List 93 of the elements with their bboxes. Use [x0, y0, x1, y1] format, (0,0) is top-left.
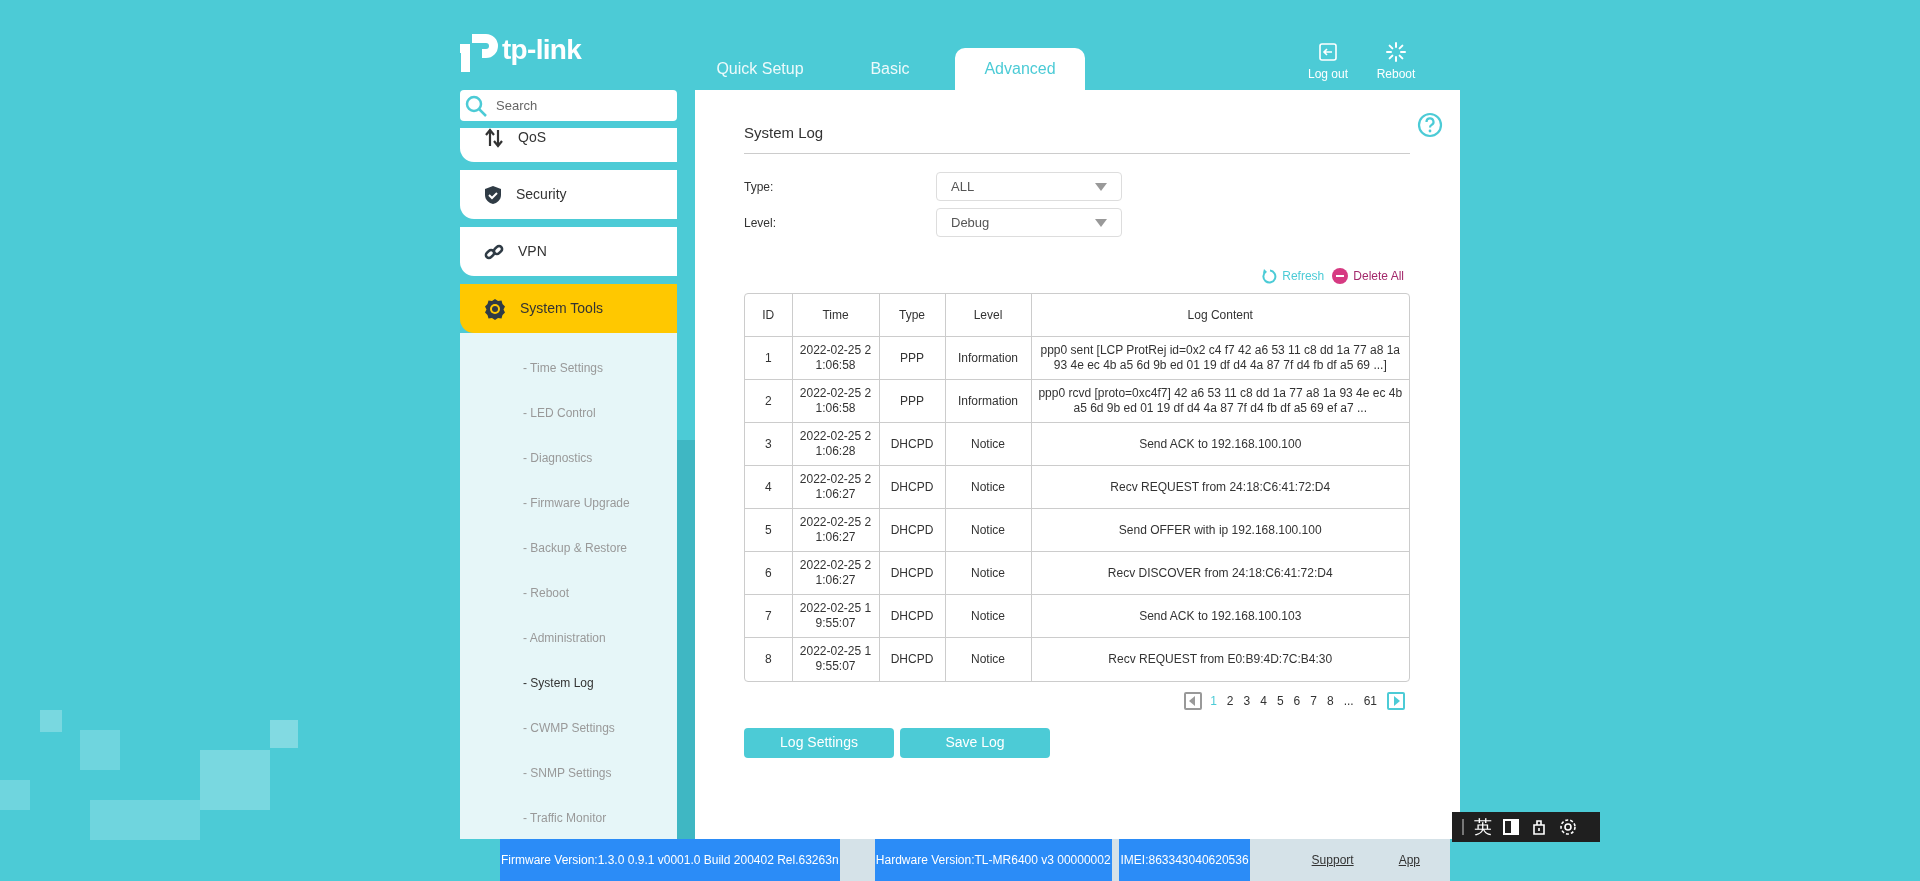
caret-icon — [1095, 218, 1107, 227]
table-cell: ppp0 sent [LCP ProtRej id=0x2 c4 f7 42 a6 53 11 c8 dd 1a 77 a8 1a 93 4e ec 4b a5 6d 9b ed 01 19 df d4 4a 87 7f d4 fb df a5 69 ...] — [1031, 336, 1409, 380]
table-cell: Information — [945, 379, 1031, 423]
field-label: Level: — [744, 214, 778, 232]
spinner-icon — [1386, 42, 1406, 62]
table-cell: DHCPD — [879, 465, 945, 509]
table-cell: Send ACK to 192.168.100.100 — [1031, 422, 1409, 466]
table-cell: PPP — [879, 379, 945, 423]
table-cell: 2022-02-25 21:06:27 — [792, 465, 879, 509]
shield-check-icon — [484, 184, 502, 205]
refresh-icon — [1261, 267, 1278, 284]
table-cell: Notice — [945, 637, 1031, 681]
footer-link[interactable]: App — [1398, 851, 1420, 869]
table-cell: 2022-02-25 21:06:58 — [792, 336, 879, 380]
page-link[interactable]: 5 — [1274, 691, 1286, 710]
delete-all-button[interactable]: Delete All — [1332, 266, 1404, 285]
table-cell: DHCPD — [879, 551, 945, 595]
section-title: System Log — [744, 122, 1410, 154]
divider-grip — [1462, 819, 1464, 835]
sidebar-item[interactable]: Security — [460, 170, 677, 219]
logout-icon — [1318, 42, 1338, 62]
help-icon[interactable] — [1417, 112, 1443, 138]
field-label: Type: — [744, 178, 775, 196]
table-cell: Notice — [945, 508, 1031, 552]
left-triangle-icon — [1189, 695, 1198, 706]
table-cell: Send ACK to 192.168.100.103 — [1031, 594, 1409, 638]
table-cell: Notice — [945, 551, 1031, 595]
table-cell: Notice — [945, 422, 1031, 466]
search-icon — [464, 93, 488, 118]
page-link[interactable]: 3 — [1241, 691, 1253, 710]
table-cell: 5 — [745, 508, 792, 552]
column-header: Time — [792, 293, 879, 337]
table-cell: 1 — [745, 336, 792, 380]
footer-link[interactable]: Support — [1311, 851, 1354, 869]
up-down-arrows-icon — [484, 128, 504, 148]
table-cell: DHCPD — [879, 508, 945, 552]
table-cell: ppp0 rcvd [proto=0xc4f7] 42 a6 53 11 c8 dd 1a 77 a8 1a 93 4e ec 4b a5 6d 9b ed 01 19 df d4 4a 87 7f d4 fb df a5 69 ef a7 ... — [1031, 379, 1409, 423]
footer-info: Firmware Version:1.3.0 0.9.1 v0001.0 Build 200402 Rel.63263n — [500, 839, 840, 881]
table-cell: Notice — [945, 465, 1031, 509]
page-link[interactable]: 4 — [1258, 691, 1269, 710]
half-square-icon[interactable] — [1502, 818, 1520, 836]
minus-circle-icon — [1332, 267, 1349, 284]
page-link[interactable]: 8 — [1324, 691, 1336, 710]
sidebar-item[interactable]: QoS — [460, 128, 677, 162]
search-input[interactable]: Search — [496, 95, 673, 116]
table-cell: 2022-02-25 21:06:28 — [792, 422, 879, 466]
table-cell: 2022-02-25 21:06:58 — [792, 379, 879, 423]
gear-icon — [484, 297, 506, 320]
dropdown[interactable]: Debug — [936, 208, 1122, 237]
table-cell: 6 — [745, 551, 792, 595]
table-cell: DHCPD — [879, 637, 945, 681]
next-page-button[interactable] — [1387, 691, 1405, 710]
caret-icon — [1095, 182, 1107, 191]
footer-info: IMEI:863343040620536 — [1119, 839, 1250, 881]
sidebar-item[interactable]: System Tools — [460, 284, 677, 333]
right-triangle-icon — [1392, 695, 1400, 706]
table-cell: Recv REQUEST from E0:B9:4D:7C:B4:30 — [1031, 637, 1409, 681]
logo-icon — [460, 34, 498, 72]
table-cell: 2022-02-25 19:55:07 — [792, 594, 879, 638]
page-link[interactable]: 7 — [1308, 691, 1319, 710]
table-cell: 2 — [745, 379, 792, 423]
table-cell: 2022-02-25 19:55:07 — [792, 637, 879, 681]
brand-name: tp-link — [502, 36, 582, 64]
table-cell: DHCPD — [879, 594, 945, 638]
page-link[interactable]: 61 — [1361, 691, 1379, 710]
table-cell: Notice — [945, 594, 1031, 638]
scrollbar[interactable] — [677, 440, 695, 839]
table-cell: Information — [945, 336, 1031, 380]
table-cell: 2022-02-25 21:06:27 — [792, 551, 879, 595]
table-cell: Recv REQUEST from 24:18:C6:41:72:D4 — [1031, 465, 1409, 509]
table-cell: Recv DISCOVER from 24:18:C6:41:72:D4 — [1031, 551, 1409, 595]
page-link[interactable]: 6 — [1291, 691, 1303, 710]
column-header: Type — [879, 293, 945, 337]
page-link[interactable]: 2 — [1224, 691, 1236, 710]
input-mode-label[interactable]: 英 — [1474, 818, 1492, 836]
table-cell: 3 — [745, 422, 792, 466]
column-header: Log Content — [1031, 293, 1409, 337]
settings-icon[interactable] — [1558, 817, 1578, 837]
column-header: ID — [745, 293, 792, 337]
submenu-item[interactable]: - System Log — [460, 660, 677, 705]
table-cell: 7 — [745, 594, 792, 638]
page-link[interactable]: ... — [1341, 691, 1356, 710]
footer-info: Hardware Version:TL-MR6400 v3 00000002 — [874, 839, 1112, 881]
table-cell: Send OFFER with ip 192.168.100.100 — [1031, 508, 1409, 552]
sidebar-item[interactable]: VPN — [460, 227, 677, 276]
dropdown[interactable]: ALL — [936, 172, 1122, 201]
table-cell: 2022-02-25 21:06:27 — [792, 508, 879, 552]
search-field[interactable]: Search — [460, 90, 677, 121]
table-cell: 8 — [745, 637, 792, 681]
table-cell: PPP — [879, 336, 945, 380]
table-cell: 4 — [745, 465, 792, 509]
table-cell: DHCPD — [879, 422, 945, 466]
column-header: Level — [945, 293, 1031, 337]
